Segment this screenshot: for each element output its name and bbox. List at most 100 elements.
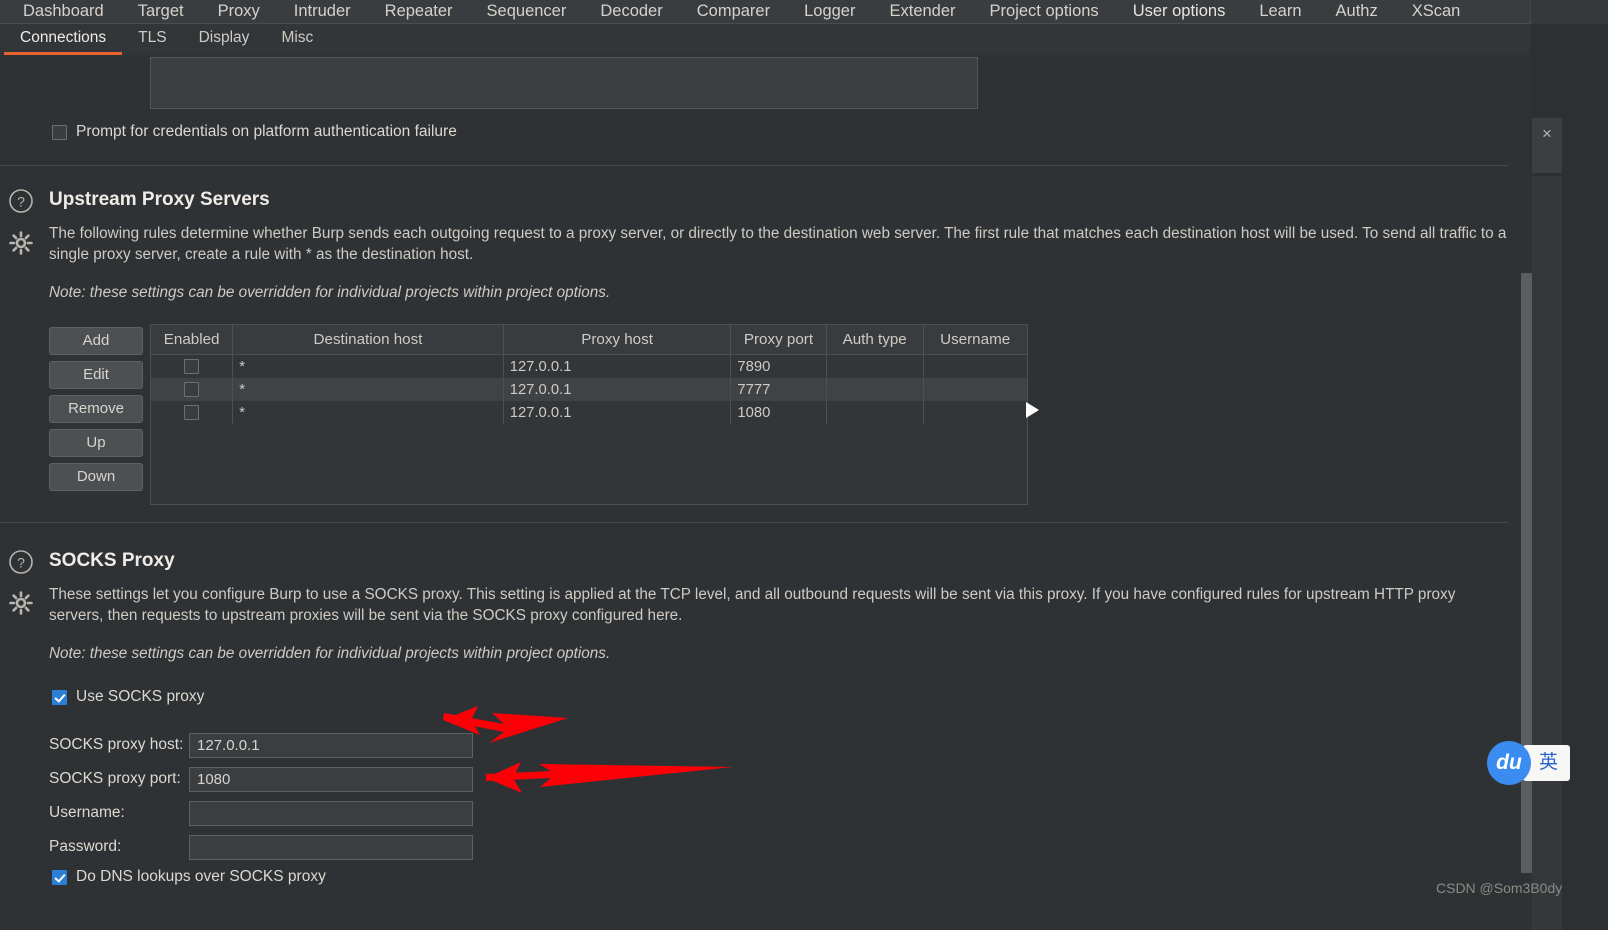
- socks-proxy-port-input[interactable]: [189, 767, 473, 792]
- socks-proxy-port-label: SOCKS proxy port:: [49, 770, 181, 787]
- row-enabled-checkbox[interactable]: [184, 405, 200, 420]
- right-side-panel-lower: [1532, 176, 1562, 930]
- use-socks-proxy-checkbox[interactable]: [52, 689, 67, 705]
- sub-tab-bar: Connections TLS Display Misc: [0, 24, 1530, 55]
- table-column-header[interactable]: Username: [923, 325, 1027, 355]
- baidu-ime-logo-icon[interactable]: du: [1487, 741, 1531, 785]
- main-tab-proxy[interactable]: Proxy: [201, 0, 277, 24]
- use-socks-proxy-row[interactable]: Use SOCKS proxy: [52, 688, 204, 706]
- main-tab-decoder[interactable]: Decoder: [583, 0, 679, 24]
- row-proxy-host-cell[interactable]: 127.0.0.1: [503, 378, 732, 401]
- row-auth-type-cell[interactable]: [826, 378, 924, 401]
- main-tab-xscan[interactable]: XScan: [1395, 0, 1478, 24]
- main-tab-learn[interactable]: Learn: [1242, 0, 1318, 24]
- sub-tab-connections[interactable]: Connections: [4, 24, 123, 55]
- add-button[interactable]: Add: [49, 327, 143, 355]
- watermark-text: CSDN @Som3B0dy: [1436, 880, 1563, 896]
- row-proxy-port-cell[interactable]: 7777: [730, 378, 827, 401]
- table-body: * 127.0.0.1 7890 * 127.0.0.1 7777 * 127.0.0.1 10…: [151, 354, 1027, 424]
- socks-password-input[interactable]: [189, 835, 473, 860]
- use-socks-proxy-label: Use SOCKS proxy: [76, 688, 205, 705]
- prompt-credentials-checkbox[interactable]: [52, 124, 67, 140]
- gear-icon[interactable]: [8, 230, 34, 256]
- main-tab-authz[interactable]: Authz: [1319, 0, 1395, 24]
- main-tab-comparer[interactable]: Comparer: [680, 0, 787, 24]
- main-tab-dashboard[interactable]: Dashboard: [6, 0, 121, 24]
- main-tab-repeater[interactable]: Repeater: [368, 0, 470, 24]
- row-username-cell[interactable]: [923, 355, 1026, 379]
- main-tab-intruder[interactable]: Intruder: [277, 0, 368, 24]
- table-header-row: Enabled Destination host Proxy host Proxy p…: [151, 325, 1027, 355]
- row-enabled-cell[interactable]: [151, 378, 234, 401]
- upstream-section-description: The following rules determine whether Bu…: [49, 225, 1507, 263]
- dns-lookups-row[interactable]: Do DNS lookups over SOCKS proxy: [52, 868, 326, 886]
- table-column-header[interactable]: Proxy host: [503, 325, 732, 355]
- row-enabled-cell[interactable]: [151, 354, 234, 378]
- row-auth-type-cell[interactable]: [826, 401, 924, 424]
- main-tab-target[interactable]: Target: [121, 0, 201, 24]
- help-icon[interactable]: ?: [8, 188, 34, 214]
- table-column-header[interactable]: Proxy port: [730, 325, 827, 355]
- prompt-credentials-label: Prompt for credentials on platform authe…: [76, 123, 457, 140]
- socks-password-label: Password:: [49, 838, 122, 855]
- upstream-proxy-table[interactable]: Enabled Destination host Proxy host Proxy p…: [150, 324, 1028, 505]
- upstream-section-note: Note: these settings can be overridden f…: [49, 284, 611, 301]
- table-column-header[interactable]: Auth type: [826, 325, 924, 355]
- main-tab-bar: Dashboard Target Proxy Intruder Repeater Sequ…: [0, 0, 1530, 26]
- dns-lookups-label: Do DNS lookups over SOCKS proxy: [76, 868, 326, 885]
- socks-section-description: These settings let you configure Burp to…: [49, 586, 1456, 624]
- row-proxy-port-cell[interactable]: 7890: [730, 354, 827, 378]
- upstream-section-title: Upstream Proxy Servers: [49, 189, 270, 210]
- socks-section-title: SOCKS Proxy: [49, 550, 175, 571]
- svg-text:?: ?: [17, 194, 25, 210]
- table-column-header[interactable]: Destination host: [232, 325, 504, 355]
- edit-button[interactable]: Edit: [49, 361, 143, 389]
- ime-widget[interactable]: du 英: [1487, 741, 1571, 785]
- socks-username-label: Username:: [49, 804, 125, 821]
- up-button[interactable]: Up: [49, 429, 143, 457]
- settings-content-area: Prompt for credentials on platform authe…: [0, 55, 1520, 930]
- row-username-cell[interactable]: [923, 378, 1027, 401]
- table-row[interactable]: * 127.0.0.1 1080: [151, 401, 1027, 424]
- main-tab-project-options[interactable]: Project options: [973, 0, 1116, 24]
- down-button[interactable]: Down: [49, 463, 143, 491]
- prompt-credentials-row[interactable]: Prompt for credentials on platform authe…: [52, 123, 457, 141]
- burp-suite-window: Dashboard Target Proxy Intruder Repeater Sequ…: [0, 0, 1608, 930]
- table-column-header[interactable]: Enabled: [151, 325, 234, 355]
- section-divider-1: [0, 165, 1508, 166]
- close-icon[interactable]: ×: [1532, 118, 1562, 150]
- main-tab-logger[interactable]: Logger: [787, 0, 872, 24]
- row-enabled-checkbox[interactable]: [184, 382, 200, 397]
- gear-icon-socks[interactable]: [8, 590, 34, 616]
- dns-lookups-checkbox[interactable]: [52, 869, 67, 885]
- sub-tab-tls[interactable]: TLS: [122, 24, 182, 55]
- main-tab-sequencer[interactable]: Sequencer: [470, 0, 584, 24]
- socks-section-note: Note: these settings can be overridden f…: [49, 645, 611, 662]
- platform-auth-textarea[interactable]: [150, 57, 978, 109]
- row-proxy-host-cell[interactable]: 127.0.0.1: [503, 354, 732, 378]
- help-icon-socks[interactable]: ?: [8, 549, 34, 575]
- svg-text:?: ?: [17, 555, 25, 571]
- row-proxy-host-cell[interactable]: 127.0.0.1: [503, 401, 732, 424]
- sub-tab-misc[interactable]: Misc: [265, 24, 329, 55]
- sub-tab-display[interactable]: Display: [183, 24, 266, 55]
- row-enabled-checkbox[interactable]: [184, 359, 200, 374]
- row-destination-host-cell[interactable]: *: [232, 354, 504, 378]
- row-destination-host-cell[interactable]: *: [232, 378, 504, 401]
- main-tab-extender[interactable]: Extender: [872, 0, 972, 24]
- section-divider-2: [0, 522, 1508, 523]
- mouse-cursor: [1026, 402, 1039, 418]
- row-auth-type-cell[interactable]: [826, 354, 924, 378]
- table-row[interactable]: * 127.0.0.1 7777: [151, 378, 1027, 401]
- table-row[interactable]: * 127.0.0.1 7890: [151, 354, 1027, 379]
- main-tab-user-options[interactable]: User options: [1116, 0, 1243, 26]
- row-enabled-cell[interactable]: [151, 401, 234, 424]
- row-proxy-port-cell[interactable]: 1080: [730, 401, 827, 424]
- right-window-strip-top: [1530, 0, 1608, 24]
- socks-proxy-host-input[interactable]: [189, 733, 473, 758]
- remove-button[interactable]: Remove: [49, 395, 143, 423]
- socks-username-input[interactable]: [189, 801, 473, 826]
- socks-proxy-host-label: SOCKS proxy host:: [49, 736, 184, 753]
- row-destination-host-cell[interactable]: *: [232, 401, 504, 424]
- row-username-cell[interactable]: [923, 401, 1026, 424]
